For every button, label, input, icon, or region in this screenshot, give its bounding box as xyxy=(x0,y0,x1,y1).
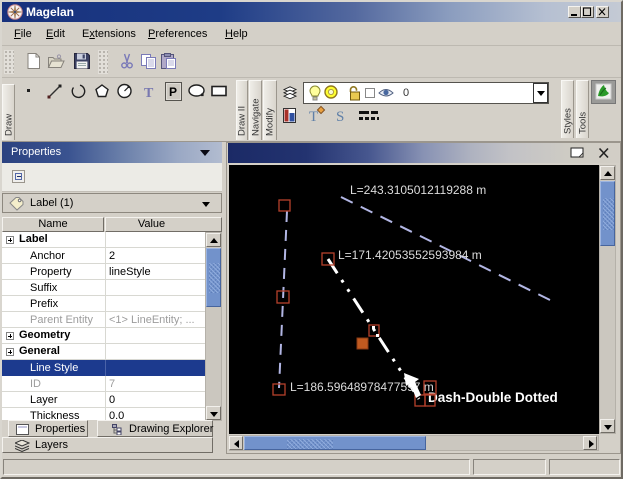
svg-text:S: S xyxy=(336,109,344,125)
svg-text:T: T xyxy=(144,86,154,101)
svg-text:P: P xyxy=(169,85,177,99)
svg-text:L=171.42053552593984 m: L=171.42053552593984 m xyxy=(338,248,482,262)
svg-text:Dash-Double Dotted: Dash-Double Dotted xyxy=(428,390,558,405)
svg-text:L=243.3105012119288 m: L=243.3105012119288 m xyxy=(350,183,486,197)
svg-text:T: T xyxy=(309,109,318,125)
